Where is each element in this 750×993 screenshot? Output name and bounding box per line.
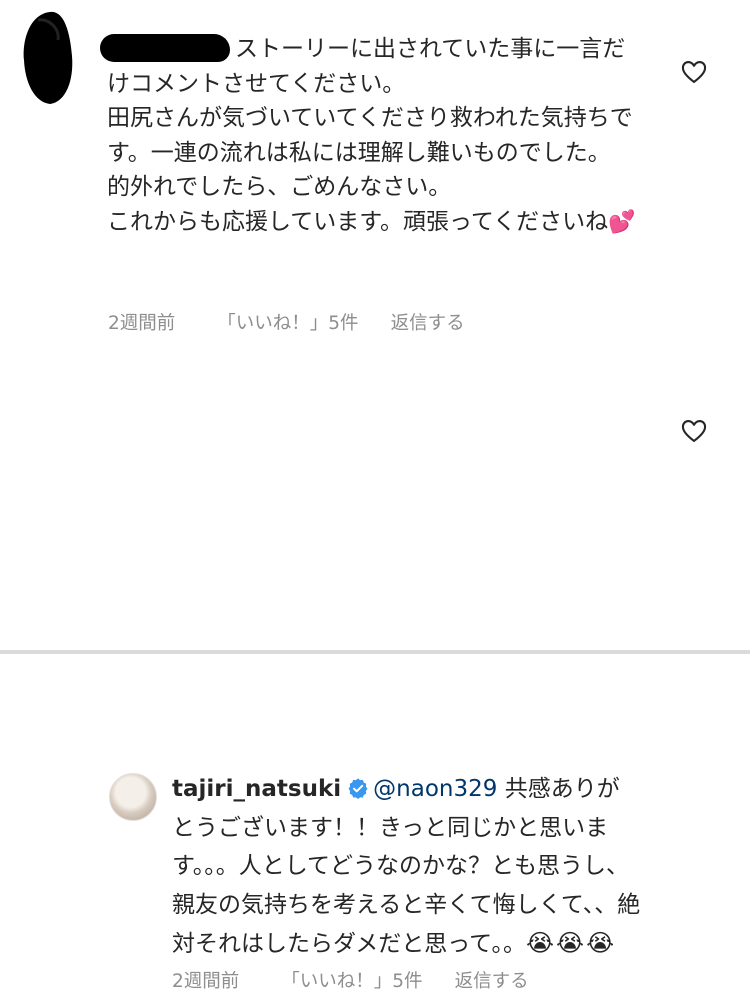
divider (0, 650, 750, 654)
comment-2-reply-button[interactable]: 返信する (455, 967, 529, 993)
comment-1-para-3: 的外れでしたら、ごめんなさい。 (107, 174, 452, 200)
comment-1-likes-link[interactable]: 「いいね！」5件 (217, 309, 358, 335)
comment-1-time: 2週間前 (108, 313, 176, 334)
comment-2-username[interactable]: tajiri_natsuki (172, 776, 341, 802)
redacted-avatar (23, 11, 73, 104)
comment-2: tajiri_natsuki @naon329 共感ありがとうございます！！きっ… (0, 380, 750, 992)
heart-icon[interactable] (680, 58, 708, 86)
comment-2-time: 2週間前 (172, 971, 240, 992)
comment-1-meta: 2週間前 「いいね！」5件 返信する (108, 309, 465, 335)
comment-1-para-1: ストーリーに出されていた事に一言だけコメントさせてください。 (107, 36, 626, 97)
avatar[interactable] (109, 773, 157, 821)
comment-1-para-2: 田尻さんが気づいていてくださり救われた気持ちです。一連の流れは私には理解し難いも… (107, 105, 633, 166)
verified-badge-icon (348, 778, 368, 799)
heart-icon[interactable] (680, 417, 708, 445)
comment-2-text: tajiri_natsuki @naon329 共感ありがとうございます！！きっ… (172, 770, 642, 964)
crying-emoji: 😭😭😭 (525, 929, 617, 957)
comment-1: ストーリーに出されていた事に一言だけコメントさせてください。 田尻さんが気づいて… (0, 0, 750, 345)
hearts-emoji: 💕 (608, 209, 636, 235)
comment-2-likes-link[interactable]: 「いいね！」5件 (281, 967, 422, 993)
comment-1-para-4: これからも応援しています。頑張ってくださいね (107, 208, 609, 235)
mention-link[interactable]: @naon329 (373, 776, 497, 802)
comment-2-meta: 2週間前 「いいね！」5件 返信する (172, 967, 529, 993)
comment-1-text: ストーリーに出されていた事に一言だけコメントさせてください。 田尻さんが気づいて… (107, 32, 637, 240)
comment-1-reply-button[interactable]: 返信する (391, 309, 465, 335)
